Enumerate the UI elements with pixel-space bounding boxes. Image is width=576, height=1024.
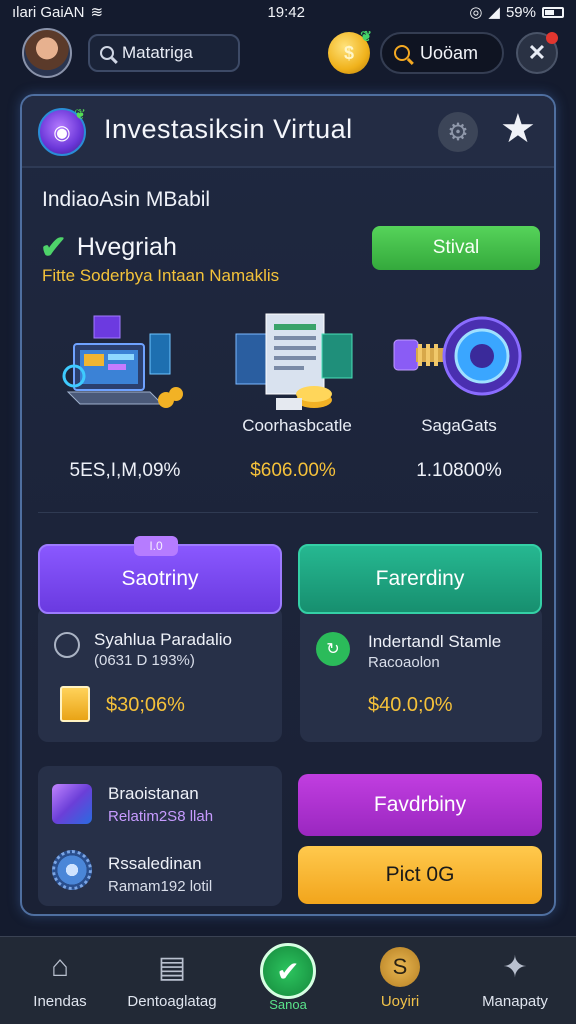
battery-icon xyxy=(541,6,564,18)
location-icon: ◎ xyxy=(469,4,483,21)
card-bottom-row2-subtitle: Ramam192 lotil xyxy=(108,878,213,895)
recycle-icon: ↻ xyxy=(316,632,350,666)
purple-button-tag: I.0 xyxy=(134,536,178,556)
search-pill-button[interactable]: Uoöam xyxy=(380,32,504,74)
nav-label-coin: Uoyiri xyxy=(380,993,420,1010)
card-right-title: Indertandl Stamle xyxy=(368,632,502,651)
signal-icon: ◢ xyxy=(488,4,500,21)
section-subtitle: Fitte Soderbya Intaan Namaklis xyxy=(42,266,280,285)
document-icon: ▤ xyxy=(157,950,187,984)
coin-icon: $ xyxy=(343,42,354,63)
card-left-title: Syahlua Paradalio xyxy=(94,630,232,649)
magnifier-icon xyxy=(394,45,410,61)
carrier-label: ılari GaiAN xyxy=(12,3,85,21)
battery-percent: 59% xyxy=(505,3,536,21)
nav-label-star: Manapaty xyxy=(482,993,548,1010)
coin-button[interactable]: $ ❦ xyxy=(328,28,372,74)
bottom-nav: ⌂ Inendas ▤ Dentoaglatag ✔ Sanoa S Uoyir… xyxy=(0,936,576,1024)
card-right-subtitle: Racoaolon xyxy=(368,654,440,671)
settings-gear-icon[interactable]: ⚙ xyxy=(438,112,478,152)
notification-dot xyxy=(546,32,558,44)
item-stat-1: 5ES,I,M,09% xyxy=(69,460,181,481)
gear-icon xyxy=(52,850,92,890)
clock-icon xyxy=(54,632,80,658)
book-icon xyxy=(52,784,92,824)
check-label: Hvegriah xyxy=(76,232,177,261)
status-left: ılari GaiAN ≋ xyxy=(12,3,104,22)
divider xyxy=(38,512,538,513)
check-row: ✔ Hvegriah xyxy=(40,228,177,266)
card-bottom-row1-subtitle: Relatim2S8 llah xyxy=(108,808,214,825)
nav-item-home[interactable]: ⌂ Inendas xyxy=(5,937,115,1024)
checkmark-icon: ✔ xyxy=(40,229,67,265)
nav-label-active: Sanoa xyxy=(269,997,307,1012)
documents-illustration-icon xyxy=(235,313,353,410)
teal-action-button[interactable]: Farerdiny xyxy=(298,544,542,614)
nav-label-home: Inendas xyxy=(33,993,87,1010)
card-left: Syahlua Paradalio (0631 D 193%) $30;06% xyxy=(38,606,282,742)
search-icon xyxy=(100,46,114,60)
top-bar: $ ❦ Uoöam ✕ xyxy=(0,26,576,82)
card-bottom-row1-title: Braoistanan xyxy=(108,784,199,803)
folder-icon xyxy=(60,686,90,722)
wifi-icon: ≋ xyxy=(90,4,104,21)
bean-icon: ◉ xyxy=(53,121,71,144)
close-button[interactable]: ✕ xyxy=(516,32,558,74)
magenta-action-button[interactable]: Favdrbiny xyxy=(298,774,542,836)
item-stat-2: $606.00% xyxy=(250,460,336,481)
nav-item-active[interactable]: ✔ Sanoa xyxy=(233,937,343,1024)
status-button[interactable]: Stival xyxy=(372,226,540,270)
leaf-icon: ❦ xyxy=(360,28,372,44)
card-right: ↻ Indertandl Stamle Racoaolon $40.0;0% xyxy=(300,606,542,742)
coin-icon: S xyxy=(380,947,420,987)
section-heading: IndiaoAsin MBabil xyxy=(42,188,211,211)
favorite-star-icon[interactable]: ★ xyxy=(500,106,536,152)
card-left-price: $30;06% xyxy=(106,694,185,716)
search-box[interactable] xyxy=(88,34,240,72)
sprout-icon: ❦ xyxy=(74,106,86,122)
close-icon: ✕ xyxy=(527,40,547,65)
panel-header: ◉ ❦ Investasiksin Virtual ⚙ ★ xyxy=(22,96,554,168)
clock-time: 19:42 xyxy=(267,3,305,21)
status-bar: ılari GaiAN ≋ 19:42 ◎ ◢ 59% xyxy=(0,0,576,24)
item-label-2: Coorhasbcatle xyxy=(242,416,352,435)
nav-item-star[interactable]: ✦ Manapaty xyxy=(460,937,570,1024)
search-input[interactable] xyxy=(122,43,232,63)
avatar[interactable] xyxy=(22,28,72,78)
nav-item-coin[interactable]: S Uoyiri xyxy=(345,937,455,1024)
status-right: ◎ ◢ 59% xyxy=(469,3,564,21)
card-left-subtitle: (0631 D 193%) xyxy=(94,652,195,669)
panel-title: Investasiksin Virtual xyxy=(104,114,353,144)
card-bottom: Braoistanan Relatim2S8 llah Rssaledinan … xyxy=(38,766,282,906)
home-icon: ⌂ xyxy=(50,950,70,983)
card-right-price: $40.0;0% xyxy=(368,694,453,716)
item-label-3: SagaGats xyxy=(421,416,497,435)
card-bottom-row2-title: Rssaledinan xyxy=(108,854,202,873)
main-panel: ◉ ❦ Investasiksin Virtual ⚙ ★ IndiaoAsin… xyxy=(20,94,556,916)
orange-action-button[interactable]: Pict 0G xyxy=(298,846,542,904)
item-stat-3: 1.10800% xyxy=(416,460,502,481)
checkmark-icon: ✔ xyxy=(260,943,316,999)
app-logo-icon: ◉ ❦ xyxy=(38,106,86,156)
pill-label: Uoöam xyxy=(420,42,479,63)
key-ring-illustration-icon xyxy=(393,316,522,396)
laptop-illustration-icon xyxy=(62,315,183,408)
nav-item-documents[interactable]: ▤ Dentoaglatag xyxy=(117,937,227,1024)
nav-label-documents: Dentoaglatag xyxy=(127,993,217,1010)
star-icon: ✦ xyxy=(502,950,528,984)
